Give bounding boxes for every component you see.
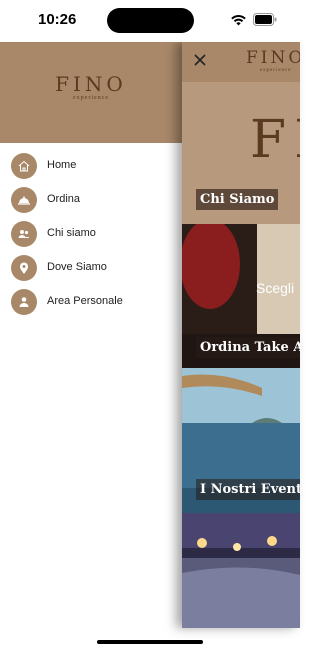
main-header: FINO experience <box>182 42 300 82</box>
group-icon <box>11 221 37 247</box>
menu-item-label: Area Personale <box>47 295 123 307</box>
close-icon[interactable] <box>192 52 208 68</box>
card-beach-night[interactable] <box>182 513 300 628</box>
logo-wordmark: FINO <box>55 72 127 96</box>
battery-icon <box>253 13 277 26</box>
menu-item-label: Home <box>47 159 77 171</box>
card-overlay-text: Scegli <box>256 280 295 296</box>
card-label: Chi Siamo <box>196 189 279 210</box>
drawer-logo: FINO experience <box>0 74 182 101</box>
location-pin-icon <box>11 255 37 281</box>
person-icon <box>11 289 37 315</box>
menu-item-chi-siamo[interactable]: Chi siamo <box>0 218 182 252</box>
logo-subtitle: experience <box>73 95 109 101</box>
card-photo-beach-night <box>182 513 300 628</box>
drawer-header: FINO experience <box>0 42 182 143</box>
main-panel[interactable]: FINO experience FINO experience Chi Siam… <box>182 42 300 628</box>
card-ordina-take-away[interactable]: Scegli Ordina Take Away <box>182 224 300 368</box>
cloche-icon <box>11 187 37 213</box>
menu-item-area-personale[interactable]: Area Personale <box>0 286 182 320</box>
home-indicator <box>97 640 203 644</box>
logo-wordmark: FINO <box>246 48 300 68</box>
status-time: 10:26 <box>38 11 77 28</box>
status-bar: 10:26 <box>0 0 300 42</box>
header-logo: FINO experience <box>246 48 300 74</box>
card-nostri-eventi[interactable]: I Nostri Eventi <box>182 368 300 513</box>
card-label: I Nostri Eventi <box>196 479 300 500</box>
drawer-menu: Home Ordina Chi siamo Dove Siamo Area Pe… <box>0 150 182 320</box>
menu-item-home[interactable]: Home <box>0 150 182 184</box>
home-icon <box>11 153 37 179</box>
logo-subtitle: experience <box>259 68 292 73</box>
menu-item-label: Ordina <box>47 193 81 205</box>
menu-item-ordina[interactable]: Ordina <box>0 184 182 218</box>
menu-item-dove-siamo[interactable]: Dove Siamo <box>0 252 182 286</box>
menu-item-label: Dove Siamo <box>47 261 107 273</box>
wifi-icon <box>231 15 246 26</box>
card-logo-wordmark: FINO <box>250 110 300 170</box>
card-label: Ordina Take Away <box>196 337 300 358</box>
dynamic-island <box>107 8 194 33</box>
menu-item-label: Chi siamo <box>47 227 96 239</box>
card-chi-siamo[interactable]: FINO experience Chi Siamo <box>182 82 300 224</box>
